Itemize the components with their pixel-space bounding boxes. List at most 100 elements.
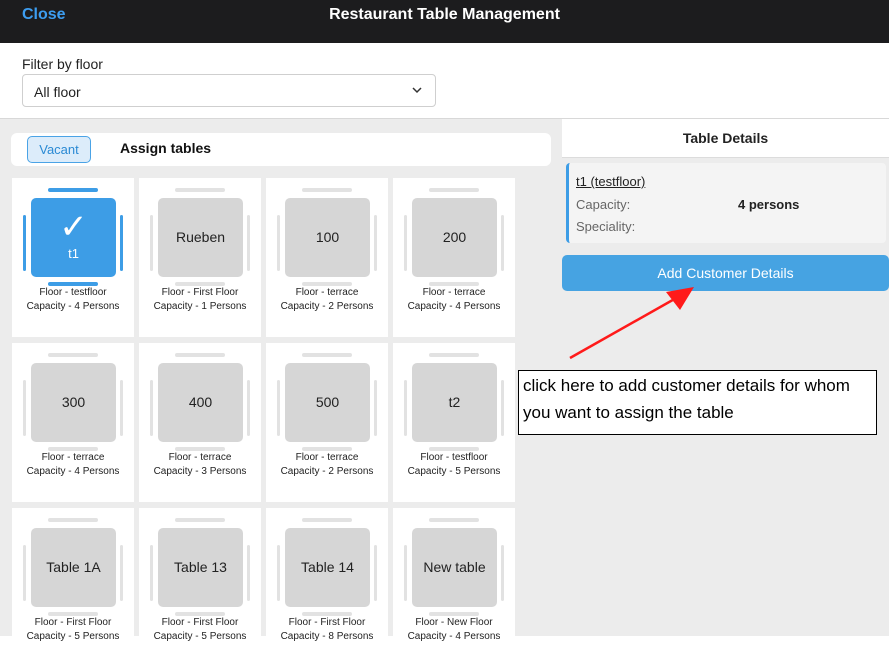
table-name: 300 xyxy=(61,394,86,410)
table-capacity: Capacity - 4 Persons xyxy=(407,631,501,642)
table-info: Floor - testfloor Capacity - 4 Persons xyxy=(12,286,134,314)
table-name: 100 xyxy=(315,229,340,245)
checkmark-icon: ✓ xyxy=(59,208,88,246)
table-capacity: Capacity - 4 Persons xyxy=(26,301,120,312)
table-card[interactable]: 100 Floor - terrace Capacity - 2 Persons xyxy=(266,178,388,337)
table-card[interactable]: 200 Floor - terrace Capacity - 4 Persons xyxy=(393,178,515,337)
table-capacity: Capacity - 4 Persons xyxy=(407,301,501,312)
table-info: Floor - terrace Capacity - 4 Persons xyxy=(393,286,515,314)
table-shape: Rueben xyxy=(158,198,243,277)
chair-top xyxy=(48,518,98,522)
table-card[interactable]: 400 Floor - terrace Capacity - 3 Persons xyxy=(139,343,261,502)
chair-left xyxy=(404,380,407,436)
chair-right xyxy=(501,545,504,601)
table-card[interactable]: ✓ t1 Floor - testfloor Capacity - 4 Pers… xyxy=(12,178,134,337)
speciality-label: Speciality: xyxy=(576,219,636,234)
table-shape: Table 14 xyxy=(285,528,370,607)
table-floor: Floor - First Floor xyxy=(288,617,366,628)
chair-left xyxy=(23,545,26,601)
chair-left xyxy=(150,215,153,271)
table-name: 500 xyxy=(315,394,340,410)
table-shape: 400 xyxy=(158,363,243,442)
chair-right xyxy=(501,215,504,271)
chair-right xyxy=(120,215,123,271)
table-card[interactable]: t2 Floor - testfloor Capacity - 5 Person… xyxy=(393,343,515,502)
table-capacity: Capacity - 8 Persons xyxy=(280,631,374,642)
table-shape: 100 xyxy=(285,198,370,277)
chair-right xyxy=(374,215,377,271)
add-customer-details-button[interactable]: Add Customer Details xyxy=(562,255,889,291)
filter-label: Filter by floor xyxy=(22,56,103,72)
table-capacity: Capacity - 3 Persons xyxy=(153,466,247,477)
chair-right xyxy=(120,380,123,436)
chair-left xyxy=(404,545,407,601)
table-capacity: Capacity - 5 Persons xyxy=(153,631,247,642)
chair-top xyxy=(175,188,225,192)
page-title: Restaurant Table Management xyxy=(329,6,560,23)
chair-top xyxy=(429,353,479,357)
table-info: Floor - terrace Capacity - 2 Persons xyxy=(266,286,388,314)
capacity-value: 4 persons xyxy=(738,197,800,212)
detail-table-name[interactable]: t1 (testfloor) xyxy=(576,174,645,189)
table-info: Floor - First Floor Capacity - 5 Persons xyxy=(139,616,261,644)
table-floor: Floor - terrace xyxy=(422,287,486,298)
chair-top xyxy=(175,518,225,522)
table-detail-card: t1 (testfloor) Capacity: 4 persons Speci… xyxy=(566,163,886,243)
table-floor: Floor - New Floor xyxy=(415,617,493,628)
table-shape: Table 1A xyxy=(31,528,116,607)
tabs-bar: Vacant Assign tables xyxy=(11,133,551,166)
details-title: Table Details xyxy=(562,119,889,158)
table-floor: Floor - testfloor xyxy=(420,452,488,463)
table-info: Floor - First Floor Capacity - 1 Persons xyxy=(139,286,261,314)
chair-top xyxy=(175,353,225,357)
table-shape: 500 xyxy=(285,363,370,442)
filter-section: Filter by floor All floor xyxy=(0,43,889,119)
table-floor: Floor - terrace xyxy=(41,452,105,463)
table-name: 400 xyxy=(188,394,213,410)
chair-top xyxy=(429,518,479,522)
chair-left xyxy=(277,380,280,436)
table-card[interactable]: Rueben Floor - First Floor Capacity - 1 … xyxy=(139,178,261,337)
table-name: Table 13 xyxy=(174,559,227,575)
chair-top xyxy=(302,518,352,522)
tables-grid: ✓ t1 Floor - testfloor Capacity - 4 Pers… xyxy=(12,178,516,667)
table-info: Floor - New Floor Capacity - 4 Persons xyxy=(393,616,515,644)
chair-left xyxy=(404,215,407,271)
table-name: t2 xyxy=(448,394,461,410)
table-capacity: Capacity - 5 Persons xyxy=(407,466,501,477)
table-capacity: Capacity - 5 Persons xyxy=(26,631,120,642)
table-name: Table 1A xyxy=(46,559,101,575)
tab-assign-tables[interactable]: Assign tables xyxy=(120,140,211,156)
table-info: Floor - First Floor Capacity - 8 Persons xyxy=(266,616,388,644)
table-card[interactable]: Table 1A Floor - First Floor Capacity - … xyxy=(12,508,134,667)
tables-pane: Vacant Assign tables ✓ t1 Floor - testfl… xyxy=(0,119,562,667)
chair-right xyxy=(374,545,377,601)
table-info: Floor - terrace Capacity - 2 Persons xyxy=(266,451,388,479)
table-name: Table 14 xyxy=(301,559,354,575)
table-card[interactable]: New table Floor - New Floor Capacity - 4… xyxy=(393,508,515,667)
chair-left xyxy=(150,380,153,436)
table-capacity: Capacity - 1 Persons xyxy=(153,301,247,312)
chair-right xyxy=(374,380,377,436)
chevron-down-icon xyxy=(412,87,422,94)
table-floor: Floor - testfloor xyxy=(39,287,107,298)
table-floor: Floor - First Floor xyxy=(34,617,112,628)
table-info: Floor - terrace Capacity - 4 Persons xyxy=(12,451,134,479)
floor-select[interactable]: All floor xyxy=(22,74,436,107)
table-shape: ✓ t1 xyxy=(31,198,116,277)
table-floor: Floor - terrace xyxy=(295,287,359,298)
table-card[interactable]: Table 14 Floor - First Floor Capacity - … xyxy=(266,508,388,667)
chair-right xyxy=(247,215,250,271)
chair-top xyxy=(429,188,479,192)
table-floor: Floor - terrace xyxy=(295,452,359,463)
chair-left xyxy=(23,380,26,436)
chair-left xyxy=(277,215,280,271)
chair-top xyxy=(302,353,352,357)
table-name: Rueben xyxy=(175,229,226,245)
table-card[interactable]: Table 13 Floor - First Floor Capacity - … xyxy=(139,508,261,667)
table-card[interactable]: 500 Floor - terrace Capacity - 2 Persons xyxy=(266,343,388,502)
tab-vacant[interactable]: Vacant xyxy=(27,136,91,163)
table-capacity: Capacity - 2 Persons xyxy=(280,466,374,477)
table-info: Floor - testfloor Capacity - 5 Persons xyxy=(393,451,515,479)
table-card[interactable]: 300 Floor - terrace Capacity - 4 Persons xyxy=(12,343,134,502)
